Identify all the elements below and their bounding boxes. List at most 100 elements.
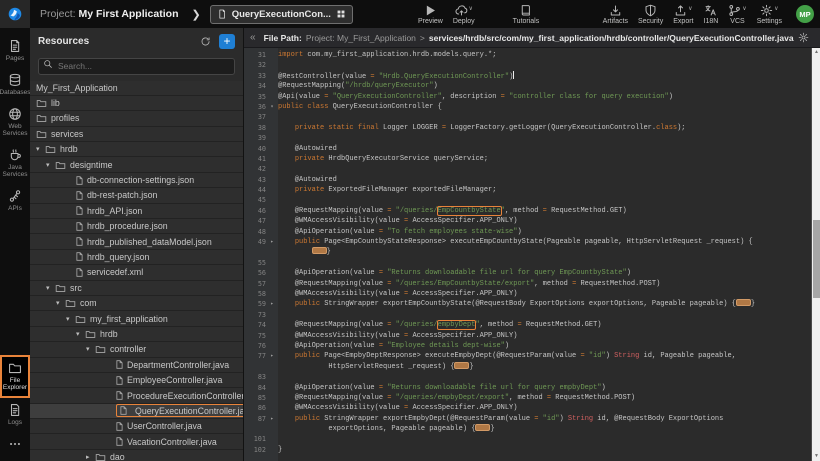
code-line[interactable]: 83: [244, 372, 811, 382]
rail-item-item[interactable]: [0, 432, 30, 457]
editor-scrollbar[interactable]: ▲ ▼: [811, 48, 820, 461]
code-line[interactable]: 38 private static final Logger LOGGER = …: [244, 123, 811, 133]
rail-item-logs[interactable]: Logs: [0, 398, 30, 432]
tree-item-hrdb-published-datamodel-json[interactable]: hrdb_published_dataModel.json: [30, 234, 243, 249]
code-line[interactable]: 41 private HrdbQueryExecutorService quer…: [244, 154, 811, 164]
tree-item-employeecontroller-java[interactable]: EmployeeController.java: [30, 373, 243, 388]
rail-item-web-services[interactable]: Web Services: [0, 102, 30, 143]
code-line[interactable]: 58 @WMAccessVisibility(value = AccessSpe…: [244, 289, 811, 299]
tree-item-db-rest-patch-json[interactable]: db-rest-patch.json: [30, 188, 243, 203]
tree-item-procedureexecutioncontroller-java[interactable]: ProcedureExecutionController.java: [30, 388, 243, 403]
rail-item-databases[interactable]: Databases: [0, 68, 30, 102]
code-line[interactable]: 84 @ApiOperation(value = "Returns downlo…: [244, 383, 811, 393]
code-line[interactable]: 102}: [244, 445, 811, 455]
scrollbar-thumb[interactable]: [813, 220, 820, 298]
code-line[interactable]: 43 @Autowired: [244, 175, 811, 185]
tree-item-queryexecutioncontroller-java[interactable]: QueryExecutionController.java: [30, 404, 243, 419]
app-logo[interactable]: [0, 0, 30, 28]
code-line[interactable]: 87▸ public StringWrapper exportEmpbyDept…: [244, 414, 811, 424]
search-input[interactable]: [38, 58, 235, 75]
fold-open-icon[interactable]: ▾: [266, 102, 278, 112]
tree-item-vacationcontroller-java[interactable]: VacationController.java: [30, 434, 243, 449]
tree-item-hrdb[interactable]: ▾hrdb: [30, 327, 243, 342]
chevron-down-icon[interactable]: ▾: [76, 330, 85, 338]
preview-button[interactable]: Preview: [413, 4, 448, 25]
rail-item-file-explorer[interactable]: File Explorer: [0, 355, 30, 398]
artifacts-button[interactable]: Artifacts: [598, 4, 633, 25]
tab-query-execution-controller[interactable]: QueryExecutionCon...: [210, 5, 353, 24]
code-line[interactable]: 34@RequestMapping("/hrdb/queryExecutor"): [244, 81, 811, 91]
code-line[interactable]: 74 @RequestMapping(value = "/queries/emp…: [244, 320, 811, 330]
refresh-icon[interactable]: [200, 36, 211, 47]
deploy-button[interactable]: ∨Deploy: [448, 4, 480, 25]
tree-item-controller[interactable]: ▾controller: [30, 342, 243, 357]
code-line[interactable]: exportOptions, Pageable pageable) {}: [244, 424, 811, 434]
chevron-down-icon[interactable]: ▾: [46, 284, 55, 292]
tree-item-usercontroller-java[interactable]: UserController.java: [30, 419, 243, 434]
rail-item-pages[interactable]: Pages: [0, 34, 30, 68]
tree-item-departmentcontroller-java[interactable]: DepartmentController.java: [30, 358, 243, 373]
chevron-down-icon[interactable]: ▾: [86, 345, 95, 353]
fold-closed-icon[interactable]: ▸: [266, 414, 278, 424]
tree-item-dao[interactable]: ▸dao: [30, 450, 243, 461]
code-area[interactable]: 31import com.my_first_application.hrdb.m…: [244, 48, 811, 461]
tutorials-button[interactable]: Tutorials: [508, 4, 545, 25]
user-avatar[interactable]: MP: [796, 5, 814, 23]
tree-item-com[interactable]: ▾com: [30, 296, 243, 311]
code-line[interactable]: 59▸ public StringWrapper exportEmpCountb…: [244, 299, 811, 309]
rail-item-apis[interactable]: APIs: [0, 184, 30, 218]
chevron-down-icon[interactable]: ▾: [36, 145, 45, 153]
code-line[interactable]: 57 @RequestMapping(value = "/queries/Emp…: [244, 279, 811, 289]
code-line[interactable]: 31import com.my_first_application.hrdb.m…: [244, 50, 811, 60]
code-line[interactable]: 101: [244, 434, 811, 444]
code-line[interactable]: 85 @RequestMapping(value = "/queries/emp…: [244, 393, 811, 403]
code-line[interactable]: 32: [244, 60, 811, 70]
rail-item-java-services[interactable]: Java Services: [0, 143, 30, 184]
code-line[interactable]: }: [244, 247, 811, 257]
chevron-down-icon[interactable]: ▾: [46, 161, 55, 169]
code-line[interactable]: 46 @RequestMapping(value = "/queries/Emp…: [244, 206, 811, 216]
folded-code-icon[interactable]: [312, 247, 327, 254]
chevron-down-icon[interactable]: ▾: [56, 299, 65, 307]
tree-item-src[interactable]: ▾src: [30, 281, 243, 296]
collapse-panel-icon[interactable]: «: [246, 32, 260, 43]
chevron-right-icon[interactable]: ▸: [86, 453, 95, 461]
folded-code-icon[interactable]: [475, 424, 490, 431]
tree-item-db-connection-settings-json[interactable]: db-connection-settings.json: [30, 173, 243, 188]
code-line[interactable]: 35@Api(value = "QueryExecutionController…: [244, 92, 811, 102]
chevron-down-icon[interactable]: ▾: [66, 315, 75, 323]
code-line[interactable]: 47 @WMAccessVisibility(value = AccessSpe…: [244, 216, 811, 226]
code-line[interactable]: 49▸ public Page<EmpCountbyStateResponse>…: [244, 237, 811, 247]
code-line[interactable]: 44 private ExportedFileManager exportedF…: [244, 185, 811, 195]
folded-code-icon[interactable]: [736, 299, 751, 306]
tree-item-my-first-application[interactable]: ▾my_first_application: [30, 311, 243, 326]
tree-item-hrdb-query-json[interactable]: hrdb_query.json: [30, 250, 243, 265]
code-line[interactable]: 77▸ public Page<EmpbyDeptResponse> execu…: [244, 351, 811, 361]
code-line[interactable]: 36▾public class QueryExecutionController…: [244, 102, 811, 112]
code-line[interactable]: 37: [244, 112, 811, 122]
code-line[interactable]: 40 @Autowired: [244, 144, 811, 154]
tree-item-my-first-application[interactable]: My_First_Application: [30, 81, 243, 96]
i18n-button[interactable]: I18N: [699, 4, 724, 25]
file-settings-icon[interactable]: [798, 32, 809, 43]
code-line[interactable]: 56 @ApiOperation(value = "Returns downlo…: [244, 268, 811, 278]
code-line[interactable]: 55: [244, 258, 811, 268]
export-button[interactable]: ∨Export: [668, 4, 698, 25]
security-button[interactable]: Security: [633, 4, 668, 25]
scroll-up-icon[interactable]: ▲: [812, 48, 820, 57]
tree-item-profiles[interactable]: profiles: [30, 111, 243, 126]
add-resource-button[interactable]: +: [219, 34, 235, 49]
code-line[interactable]: 76 @ApiOperation(value = "Employee detai…: [244, 341, 811, 351]
tree-item-hrdb-api-json[interactable]: hrdb_API.json: [30, 204, 243, 219]
tree-item-hrdb[interactable]: ▾hrdb: [30, 142, 243, 157]
tree-item-hrdb-procedure-json[interactable]: hrdb_procedure.json: [30, 219, 243, 234]
code-line[interactable]: 75 @WMAccessVisibility(value = AccessSpe…: [244, 331, 811, 341]
fold-closed-icon[interactable]: ▸: [266, 351, 278, 361]
code-line[interactable]: 45: [244, 195, 811, 205]
code-line[interactable]: 39: [244, 133, 811, 143]
tree-item-services[interactable]: services: [30, 127, 243, 142]
scroll-down-icon[interactable]: ▼: [812, 452, 820, 461]
fold-closed-icon[interactable]: ▸: [266, 299, 278, 309]
tree-item-designtime[interactable]: ▾designtime: [30, 157, 243, 172]
workspace-grid-icon[interactable]: [336, 9, 346, 19]
